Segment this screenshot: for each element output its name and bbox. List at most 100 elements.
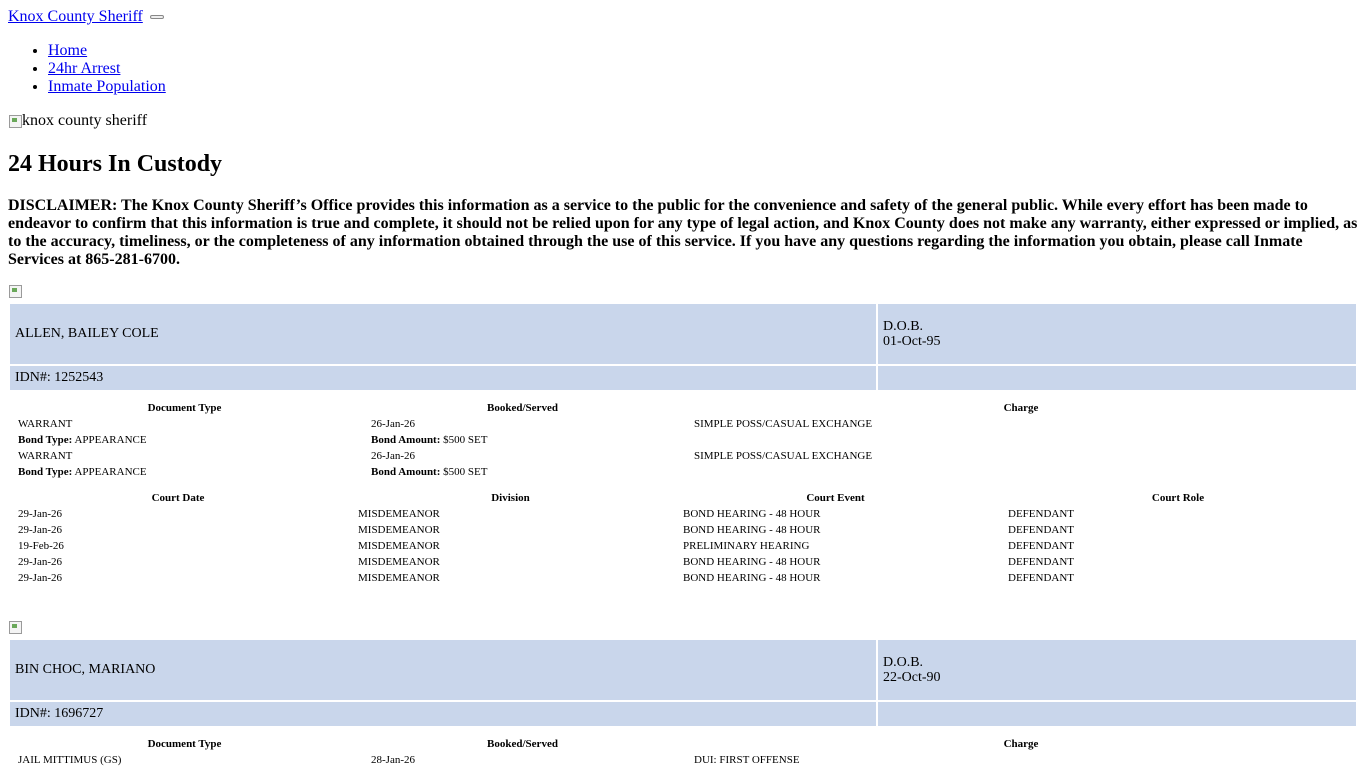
empty-cell: [684, 432, 1358, 448]
nav-link-home[interactable]: Home: [48, 42, 87, 59]
bond-type: Bond Type: APPEARANCE: [8, 464, 361, 480]
charges-header-row: Document Type Booked/Served Charge: [8, 736, 1358, 752]
idn-label: IDN#:: [15, 706, 55, 721]
bond-amount: Bond Amount: $500 SET: [361, 432, 684, 448]
court-division: MISDEMEANOR: [358, 556, 440, 568]
navbar-toggle-button[interactable]: [149, 15, 164, 20]
court-row: 29-Jan-26 MISDEMEANOR BOND HEARING - 48 …: [8, 570, 1358, 586]
court-division: MISDEMEANOR: [358, 524, 440, 536]
inmate-record: BIN CHOC, MARIANO D.O.B. 22-Oct-90 IDN#:…: [8, 638, 1358, 768]
bond-type-value: APPEARANCE: [74, 466, 147, 478]
col-header-charge: Charge: [1003, 738, 1039, 750]
court-division: MISDEMEANOR: [358, 572, 440, 584]
inmate-header-table: ALLEN, BAILEY COLE D.O.B. 01-Oct-95 IDN#…: [8, 302, 1358, 392]
charge-text: SIMPLE POSS/CASUAL EXCHANGE: [694, 450, 873, 462]
booked-date: 26-Jan-26: [371, 450, 415, 462]
nav-item-home: Home: [48, 42, 166, 60]
empty-cell: [878, 702, 1356, 726]
court-event: BOND HEARING - 48 HOUR: [683, 524, 821, 536]
charges-table: Document Type Booked/Served Charge JAIL …: [8, 736, 1358, 768]
court-date: 29-Jan-26: [18, 556, 62, 568]
dob-cell: D.O.B. 22-Oct-90: [878, 640, 1356, 700]
bond-row: Bond Type: APPEARANCE Bond Amount: $500 …: [8, 432, 1358, 448]
court-row: 19-Feb-26 MISDEMEANOR PRELIMINARY HEARIN…: [8, 538, 1358, 554]
page-title: 24 Hours In Custody: [8, 151, 223, 177]
bond-amount-value: $500 SET: [443, 434, 488, 446]
court-table: Court Date Division Court Event Court Ro…: [8, 490, 1358, 586]
bond-amount-value: $500 SET: [443, 466, 488, 478]
doc-type: WARRANT: [18, 450, 73, 462]
idn-cell: IDN#: 1696727: [10, 702, 876, 726]
court-row: 29-Jan-26 MISDEMEANOR BOND HEARING - 48 …: [8, 506, 1358, 522]
court-header-row: Court Date Division Court Event Court Ro…: [8, 490, 1358, 506]
charges-table: Document Type Booked/Served Charge WARRA…: [8, 400, 1358, 480]
court-row: 29-Jan-26 MISDEMEANOR BOND HEARING - 48 …: [8, 554, 1358, 570]
bond-type-label: Bond Type:: [18, 466, 73, 478]
col-header-division: Division: [491, 492, 530, 504]
inmate-record: ALLEN, BAILEY COLE D.O.B. 01-Oct-95 IDN#…: [8, 302, 1358, 586]
court-role: DEFENDANT: [1008, 508, 1074, 520]
mugshot-image: [8, 283, 22, 299]
idn-value: 1252543: [54, 370, 104, 385]
idn-label: IDN#:: [15, 370, 55, 385]
col-header-court-date: Court Date: [151, 492, 205, 504]
booked-date: 28-Jan-26: [371, 754, 415, 766]
charge-text: SIMPLE POSS/CASUAL EXCHANGE: [694, 418, 873, 430]
dob-label: D.O.B.: [883, 655, 924, 670]
court-date: 29-Jan-26: [18, 572, 62, 584]
bond-amount-label: Bond Amount:: [371, 466, 441, 478]
nav-link-24hr-arrest[interactable]: 24hr Arrest: [48, 60, 120, 77]
bond-amount: Bond Amount: $500 SET: [361, 464, 684, 480]
court-role: DEFENDANT: [1008, 524, 1074, 536]
court-role: DEFENDANT: [1008, 556, 1074, 568]
navbar: Knox County Sheriff: [8, 8, 164, 26]
logo-image: knox county sheriff: [8, 112, 147, 130]
court-date: 29-Jan-26: [18, 524, 62, 536]
col-header-booked-served: Booked/Served: [487, 738, 558, 750]
doc-type: JAIL MITTIMUS (GS): [18, 754, 122, 766]
empty-cell: [878, 366, 1356, 390]
nav-link-inmate-population[interactable]: Inmate Population: [48, 78, 166, 95]
disclaimer: DISCLAIMER: The Knox County Sheriff’s Of…: [8, 197, 1358, 268]
court-event: PRELIMINARY HEARING: [683, 540, 810, 552]
nav-list: Home 24hr Arrest Inmate Population: [48, 42, 166, 96]
idn-value: 1696727: [54, 706, 104, 721]
brand-link[interactable]: Knox County Sheriff: [8, 8, 143, 25]
logo-alt-text: knox county sheriff: [22, 112, 148, 129]
inmate-header-table: BIN CHOC, MARIANO D.O.B. 22-Oct-90 IDN#:…: [8, 638, 1358, 728]
dob-value: 22-Oct-90: [883, 670, 941, 685]
bond-row: Bond Type: APPEARANCE Bond Amount: $500 …: [8, 464, 1358, 480]
mugshot-image: [8, 619, 22, 635]
nav-item-inmate-population: Inmate Population: [48, 78, 166, 96]
idn-cell: IDN#: 1252543: [10, 366, 876, 390]
court-division: MISDEMEANOR: [358, 540, 440, 552]
empty-cell: [684, 464, 1358, 480]
court-division: MISDEMEANOR: [358, 508, 440, 520]
inmate-name: BIN CHOC, MARIANO: [10, 640, 876, 700]
col-header-charge: Charge: [1003, 402, 1039, 414]
bond-type-label: Bond Type:: [18, 434, 73, 446]
court-row: 29-Jan-26 MISDEMEANOR BOND HEARING - 48 …: [8, 522, 1358, 538]
bond-type: Bond Type: APPEARANCE: [8, 432, 361, 448]
bond-type-value: APPEARANCE: [74, 434, 147, 446]
charge-text: DUI: FIRST OFFENSE: [694, 754, 800, 766]
col-header-booked-served: Booked/Served: [487, 402, 558, 414]
inmate-name: ALLEN, BAILEY COLE: [10, 304, 876, 364]
dob-label: D.O.B.: [883, 319, 924, 334]
charges-header-row: Document Type Booked/Served Charge: [8, 400, 1358, 416]
charge-row: WARRANT 26-Jan-26 SIMPLE POSS/CASUAL EXC…: [8, 416, 1358, 432]
dob-cell: D.O.B. 01-Oct-95: [878, 304, 1356, 364]
col-header-court-role: Court Role: [1151, 492, 1205, 504]
court-event: BOND HEARING - 48 HOUR: [683, 572, 821, 584]
nav-item-24hr-arrest: 24hr Arrest: [48, 60, 166, 78]
col-header-court-event: Court Event: [806, 492, 865, 504]
court-event: BOND HEARING - 48 HOUR: [683, 508, 821, 520]
court-role: DEFENDANT: [1008, 540, 1074, 552]
dob-value: 01-Oct-95: [883, 334, 941, 349]
booked-date: 26-Jan-26: [371, 418, 415, 430]
court-date: 19-Feb-26: [18, 540, 64, 552]
broken-image-icon: [8, 113, 22, 129]
court-date: 29-Jan-26: [18, 508, 62, 520]
bond-amount-label: Bond Amount:: [371, 434, 441, 446]
court-role: DEFENDANT: [1008, 572, 1074, 584]
